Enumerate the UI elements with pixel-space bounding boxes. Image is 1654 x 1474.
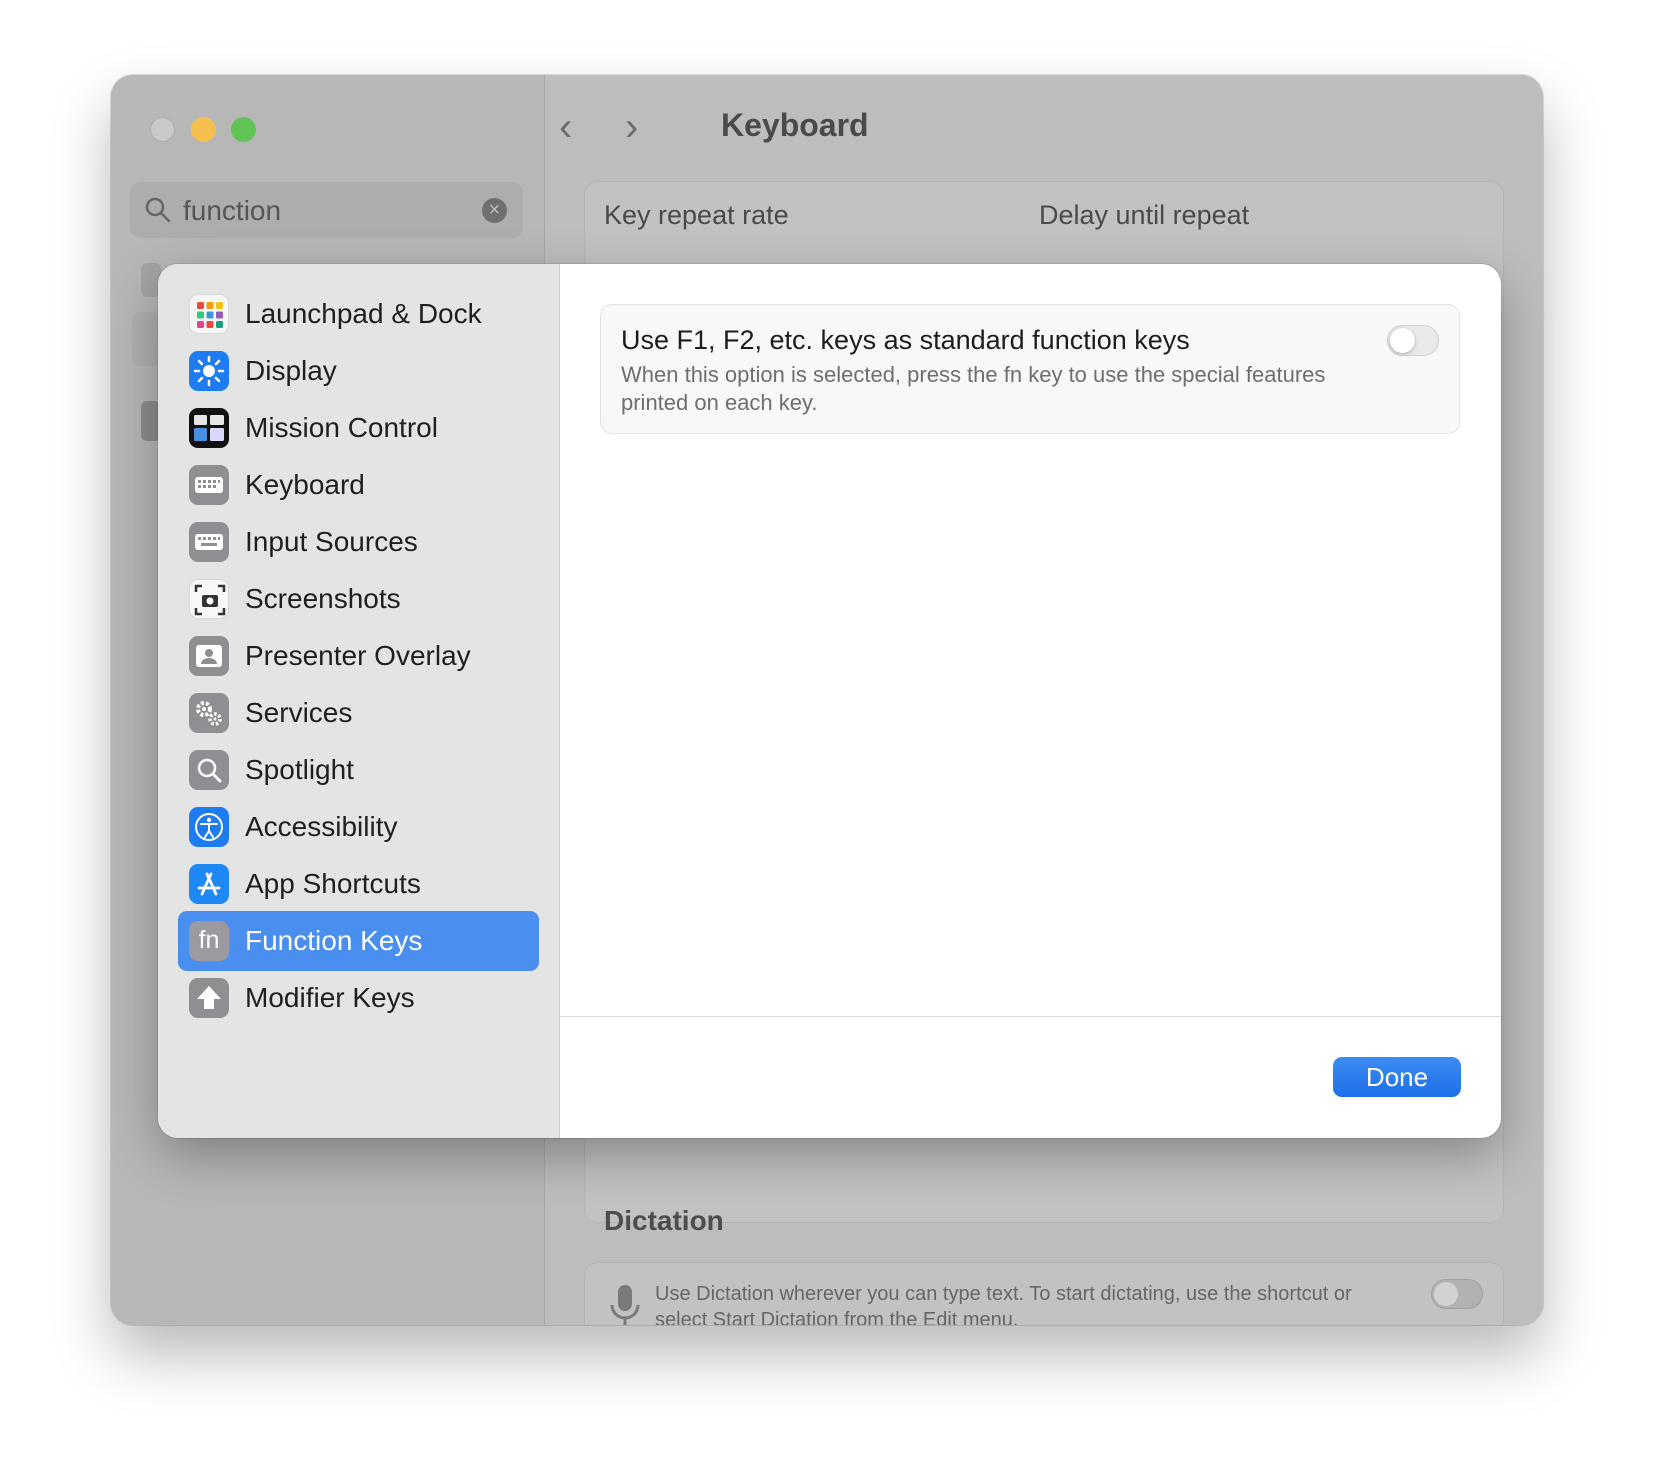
search-input[interactable]: function [183,195,281,227]
sidebar-item-label: Spotlight [245,754,354,785]
standard-function-keys-toggle[interactable] [1387,325,1439,356]
screenshot-icon [189,579,229,619]
sidebar-item-launchpad-dock[interactable]: Launchpad & Dock [178,284,539,344]
search-field[interactable]: function × [130,182,523,238]
sidebar-item-presenter-overlay[interactable]: Presenter Overlay [178,626,539,686]
back-chevron-icon[interactable]: ‹ [559,105,572,150]
sidebar-item-label: Input Sources [245,526,418,557]
dictation-heading: Dictation [604,1205,724,1236]
microphone-icon [610,1285,640,1325]
sidebar-item-function-keys[interactable]: fn Function Keys [178,911,539,971]
sidebar-item-services[interactable]: Services [178,683,539,743]
app-shortcuts-icon [189,864,229,904]
forward-chevron-icon[interactable]: › [625,105,638,150]
minimize-window-button[interactable] [191,117,216,142]
keyboard-icon [189,465,229,505]
option-title: Use F1, F2, etc. keys as standard functi… [621,325,1190,355]
search-icon [145,197,171,223]
dictation-toggle[interactable] [1431,1279,1483,1309]
function-keys-option-card: Use F1, F2, etc. keys as standard functi… [600,304,1460,434]
sidebar-item-label: Mission Control [245,412,438,443]
spotlight-icon [189,750,229,790]
sheet-sidebar: Launchpad & Dock Display Mission Control… [158,264,560,1138]
sidebar-item-label: Services [245,697,353,728]
sidebar-item-label: Accessibility [245,811,398,842]
sidebar-item-label: Screenshots [245,583,401,614]
done-button[interactable]: Done [1333,1057,1461,1097]
presenter-overlay-icon [189,636,229,676]
sidebar-item-input-sources[interactable]: Input Sources [178,512,539,572]
launchpad-icon [189,294,229,334]
dictation-description: Use Dictation wherever you can type text… [655,1283,1352,1325]
services-icon [189,693,229,733]
accessibility-icon [189,807,229,847]
close-window-button[interactable] [150,117,175,142]
sidebar-item-accessibility[interactable]: Accessibility [178,797,539,857]
sidebar-item-modifier-keys[interactable]: Modifier Keys [178,968,539,1028]
clear-search-icon[interactable]: × [482,198,507,223]
sidebar-item-label: Modifier Keys [245,982,415,1013]
display-icon [189,351,229,391]
sidebar-item-label: Launchpad & Dock [245,298,482,329]
sidebar-item-app-shortcuts[interactable]: App Shortcuts [178,854,539,914]
sheet-content: Use F1, F2, etc. keys as standard functi… [560,264,1501,1016]
option-description: When this option is selected, press the … [621,362,1326,415]
sidebar-item-mission-control[interactable]: Mission Control [178,398,539,458]
sidebar-item-label: Display [245,355,337,386]
mission-control-icon [189,408,229,448]
toggle-knob [1390,328,1415,353]
modifier-keys-icon [189,978,229,1018]
sidebar-item-label: App Shortcuts [245,868,421,899]
sidebar-item-label: Function Keys [245,925,423,956]
sidebar-item-label: Keyboard [245,469,365,500]
function-keys-sheet: Launchpad & Dock Display Mission Control… [158,264,1501,1138]
sidebar-item-keyboard[interactable]: Keyboard [178,455,539,515]
fn-icon: fn [189,921,229,961]
sidebar-item-label: Presenter Overlay [245,640,471,671]
delay-until-repeat-label: Delay until repeat [1039,200,1250,230]
sheet-footer: Done [560,1016,1501,1138]
sidebar-item-display[interactable]: Display [178,341,539,401]
key-repeat-rate-label: Key repeat rate [604,200,789,230]
sidebar-item-spotlight[interactable]: Spotlight [178,740,539,800]
input-sources-icon [189,522,229,562]
window-title: Keyboard [721,107,869,143]
fn-icon-text: fn [198,926,220,954]
dictation-card: Use Dictation wherever you can type text… [584,1262,1504,1325]
zoom-window-button[interactable] [231,117,256,142]
sidebar-item-screenshots[interactable]: Screenshots [178,569,539,629]
